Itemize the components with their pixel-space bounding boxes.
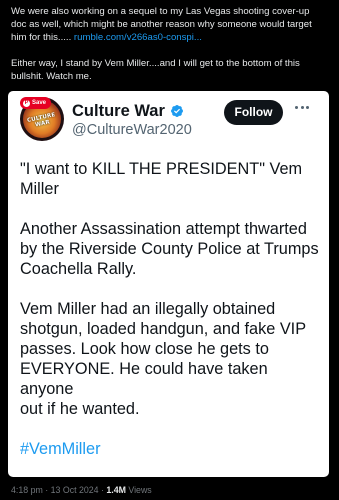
outer-post-line-1: We were also working on a sequel to my L… [11, 6, 310, 17]
body-paragraph-4: #VemMiller [20, 439, 320, 459]
body-line: by the Riverside County Police at Trumps [20, 240, 319, 258]
body-line: "I want to KILL THE PRESIDENT" Vem [20, 160, 303, 178]
more-dot [295, 105, 298, 109]
body-paragraph-1: "I want to KILL THE PRESIDENT" Vem Mille… [20, 159, 320, 199]
author-info: Culture War @CultureWar2020 [72, 101, 192, 140]
save-button[interactable]: P Save [20, 97, 52, 109]
outer-post-paragraph-2: Either way, I stand by Vem Miller....and… [11, 57, 333, 83]
post-time[interactable]: 4:18 pm [11, 485, 43, 495]
body-paragraph-2: Another Assassination attempt thwarted b… [20, 219, 320, 279]
more-dot [306, 105, 309, 109]
views-label: Views [125, 485, 152, 495]
outer-post-para2-line-1: Either way, I stand by Vem Miller....and… [11, 58, 300, 69]
body-paragraph-3: Vem Miller had an illegally obtained sho… [20, 299, 320, 419]
tweet-screen: We were also working on a sequel to my L… [0, 0, 339, 500]
post-date[interactable]: 13 Oct 2024 [51, 485, 99, 495]
name-row: Culture War [72, 101, 192, 121]
meta-separator: · [42, 485, 51, 495]
outer-post-text: We were also working on a sequel to my L… [11, 5, 333, 83]
body-line: EVERYONE. He could have taken anyone [20, 360, 268, 398]
body-line: out if he wanted. [20, 400, 140, 418]
body-line: Coachella Rally. [20, 260, 137, 278]
body-line: shotgun, loaded handgun, and fake VIP [20, 320, 307, 338]
more-options-icon[interactable] [295, 104, 313, 110]
body-line: Miller [20, 180, 59, 198]
post-metadata: 4:18 pm · 13 Oct 2024 · 1.4M Views [11, 485, 152, 496]
follow-button[interactable]: Follow [224, 100, 283, 125]
views-count: 1.4M [106, 485, 126, 495]
body-line: Another Assassination attempt thwarted [20, 220, 307, 238]
save-label: Save [32, 100, 47, 106]
outer-post-para2-line-2: bullshit. Watch me. [11, 71, 92, 82]
rumble-link[interactable]: rumble.com/v266as0-conspi... [74, 32, 202, 43]
body-line: Vem Miller had an illegally obtained [20, 300, 276, 318]
outer-post-line-2: doc as well, which might be another reas… [11, 19, 312, 30]
outer-post-line-3: him for this..... [11, 32, 74, 43]
verified-badge-icon [170, 105, 183, 117]
display-name[interactable]: Culture War [72, 101, 165, 121]
body-line: passes. Look how close he gets to [20, 340, 269, 358]
embedded-post-card[interactable]: CULTURE WAR P Save Culture War @CultureW… [8, 91, 329, 477]
handle[interactable]: @CultureWar2020 [72, 121, 192, 140]
pinterest-icon: P [23, 99, 30, 107]
more-dot [300, 105, 304, 109]
outer-post-paragraph-1: We were also working on a sequel to my L… [11, 5, 333, 44]
embedded-post-body: "I want to KILL THE PRESIDENT" Vem Mille… [20, 159, 320, 459]
hashtag-link[interactable]: #VemMiller [20, 440, 101, 458]
